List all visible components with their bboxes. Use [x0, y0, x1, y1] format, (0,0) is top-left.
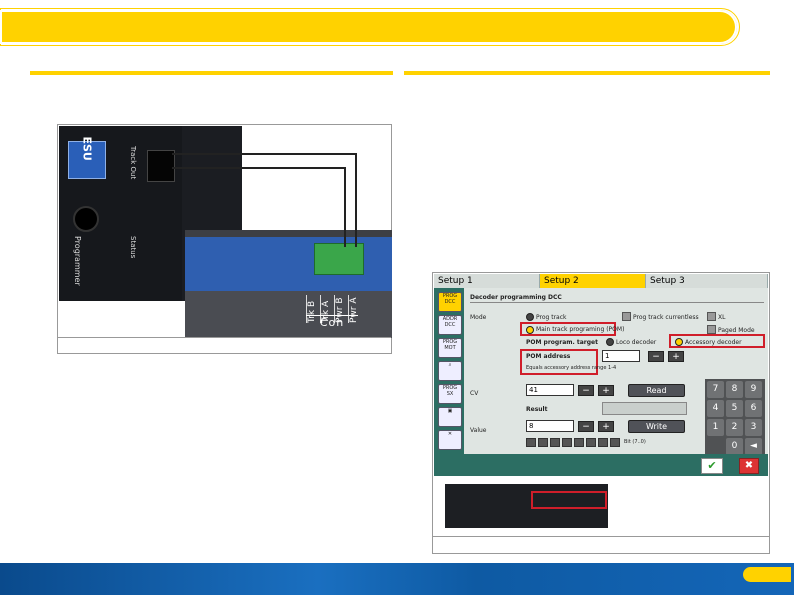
bit-6-checkbox[interactable] [538, 438, 548, 447]
result-field [602, 402, 687, 415]
radio-prog-track[interactable] [526, 313, 534, 321]
cv-minus-button[interactable]: − [578, 385, 594, 396]
right-figure: Setup 1 Setup 2 Setup 3 PROG DCC ADDR DC… [432, 272, 770, 554]
programmer-device: ESU Track Out Status Programmer [59, 126, 183, 301]
wire-top [172, 153, 355, 155]
status-label: Status [129, 236, 137, 259]
sidebar-addr-dcc[interactable]: ADDR DCC [438, 315, 462, 335]
page-number-pill [743, 567, 791, 582]
section-rule-right [404, 71, 770, 75]
accessory-decoder-label: Accessory decoder [685, 339, 742, 346]
key-6[interactable]: 6 [745, 400, 762, 417]
left-figure: ESU Track Out Status Programmer Trk B Tr… [57, 124, 392, 354]
pom-hint: Equals accessory address range 1-4 [526, 365, 617, 371]
tab-setup-2[interactable]: Setup 2 [540, 274, 646, 288]
wire-bottom [172, 167, 344, 169]
read-button[interactable]: Read [628, 384, 685, 397]
sidebar-search-icon[interactable]: ⌕ [438, 361, 462, 381]
key-5[interactable]: 5 [726, 400, 743, 417]
keypad: 7 8 9 4 5 6 1 2 3 0 ◄ [705, 379, 765, 458]
pom-address-minus-button[interactable]: − [648, 351, 664, 362]
xl-label: XL [718, 314, 726, 321]
sidebar-train-icon[interactable]: ▣ [438, 407, 462, 427]
value-minus-button[interactable]: − [578, 421, 594, 432]
key-8[interactable]: 8 [726, 381, 743, 398]
bit-7-checkbox[interactable] [526, 438, 536, 447]
display-strip-highlight [531, 491, 607, 509]
pom-address-label: POM address [526, 353, 571, 360]
title-divider [470, 302, 764, 303]
main-track-label: Main track programing (POM) [536, 326, 625, 333]
bit-label: Bit (7..0) [624, 439, 646, 445]
value-input[interactable]: 8 [526, 420, 574, 432]
con-label: Con [306, 315, 358, 329]
programming-panel: Decoder programming DCC Mode Prog track … [464, 288, 768, 458]
checkbox-prog-track-currentless[interactable] [622, 312, 631, 321]
bit-5-checkbox[interactable] [550, 438, 560, 447]
x-icon[interactable]: ✖ [739, 458, 759, 474]
right-figure-caption [433, 536, 769, 553]
loco-decoder-label: Loco decoder [616, 339, 657, 346]
key-9[interactable]: 9 [745, 381, 762, 398]
cv-label: CV [470, 390, 479, 397]
radio-loco-decoder[interactable] [606, 338, 614, 346]
mode-label: Mode [470, 314, 487, 321]
device-knob [73, 206, 99, 232]
key-1[interactable]: 1 [707, 419, 724, 436]
sidebar-prog-mot[interactable]: PROG MOT [438, 338, 462, 358]
device-screen: Setup 1 Setup 2 Setup 3 PROG DCC ADDR DC… [434, 274, 768, 476]
tab-setup-3[interactable]: Setup 3 [646, 274, 768, 288]
bit-1-checkbox[interactable] [598, 438, 608, 447]
section-rule-left [30, 71, 393, 75]
checkbox-paged-mode[interactable] [707, 325, 716, 334]
value-plus-button[interactable]: + [598, 421, 614, 432]
pom-target-label: POM program. target [526, 339, 598, 346]
programmer-label: Programmer [73, 236, 82, 286]
sidebar-prog-dcc[interactable]: PROG DCC [438, 292, 462, 312]
key-3[interactable]: 3 [745, 419, 762, 436]
cv-input[interactable]: 41 [526, 384, 574, 396]
paged-mode-label: Paged Mode [718, 327, 755, 334]
key-2[interactable]: 2 [726, 419, 743, 436]
value-label: Value [470, 427, 487, 434]
prog-track-label: Prog track [536, 314, 567, 321]
left-figure-caption [58, 337, 391, 353]
header-bar [0, 10, 737, 44]
panel-title: Decoder programming DCC [470, 294, 562, 301]
green-connector [314, 243, 364, 275]
wire-top-down [355, 153, 357, 247]
footer-band [0, 563, 794, 595]
bit-3-checkbox[interactable] [574, 438, 584, 447]
pom-address-input[interactable]: 1 [602, 350, 640, 362]
track-out-jack [147, 150, 175, 182]
sidebar-prog-sx[interactable]: PROG SX [438, 384, 462, 404]
checkbox-xl[interactable] [707, 312, 716, 321]
tab-setup-1[interactable]: Setup 1 [434, 274, 540, 288]
sidebar: PROG DCC ADDR DCC PROG MOT ⌕ PROG SX ▣ ✕ [434, 288, 464, 454]
checkmark-icon[interactable]: ✔ [701, 458, 723, 474]
write-button[interactable]: Write [628, 420, 685, 433]
result-label: Result [526, 406, 548, 413]
prog-track-currentless-label: Prog track currentless [633, 314, 699, 321]
esu-logo: ESU [68, 137, 106, 179]
bit-0-checkbox[interactable] [610, 438, 620, 447]
cv-plus-button[interactable]: + [598, 385, 614, 396]
key-backspace[interactable]: ◄ [745, 438, 762, 455]
key-7[interactable]: 7 [707, 381, 724, 398]
pom-address-plus-button[interactable]: + [668, 351, 684, 362]
track-out-label: Track Out [129, 146, 137, 180]
radio-main-track[interactable] [526, 326, 534, 334]
radio-accessory-decoder[interactable] [675, 338, 683, 346]
sidebar-tools-icon[interactable]: ✕ [438, 430, 462, 450]
key-0[interactable]: 0 [726, 438, 743, 455]
bit-4-checkbox[interactable] [562, 438, 572, 447]
key-4[interactable]: 4 [707, 400, 724, 417]
wire-bottom-down [344, 167, 346, 247]
bit-2-checkbox[interactable] [586, 438, 596, 447]
